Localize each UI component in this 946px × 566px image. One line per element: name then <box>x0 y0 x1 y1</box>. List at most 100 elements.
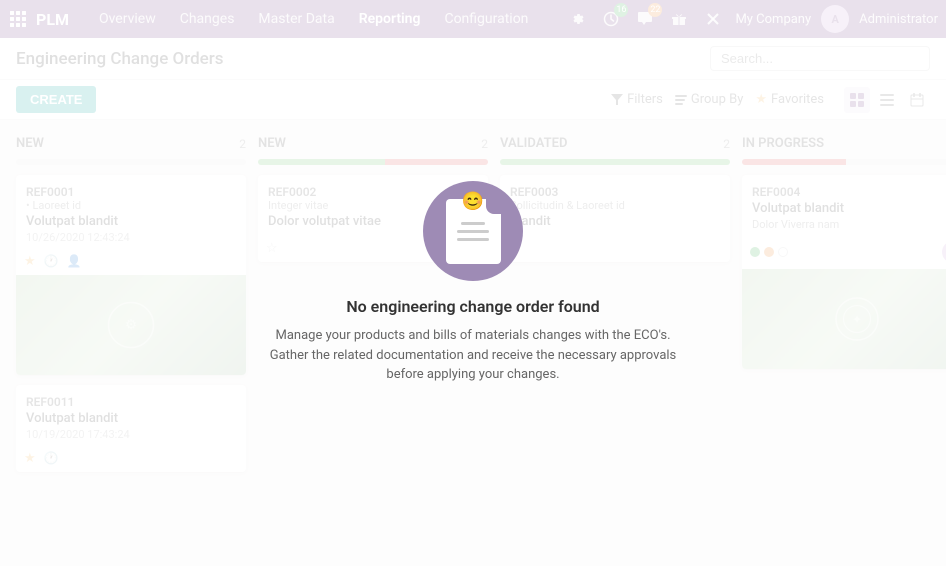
card-actions: ☆ <box>500 237 730 262</box>
app-logo: PLM <box>36 10 69 29</box>
card-actions: ☆ <box>258 237 488 262</box>
bar-segment <box>16 159 246 165</box>
bar-segment-green <box>500 159 730 165</box>
card-date: 10/19/2020 17:43:24 <box>26 428 236 441</box>
kanban-card[interactable]: REF0001 • Laoreet id Volutpat blandit 10… <box>16 175 246 375</box>
favorites-label: Favorites <box>771 92 824 107</box>
create-button[interactable]: CREATE <box>16 86 96 113</box>
star-icon[interactable]: ★ <box>24 254 36 269</box>
card-image: ⚙ <box>16 275 246 375</box>
svg-text:✦: ✦ <box>852 313 862 327</box>
kanban-board: NEW 2 REF0001 • Laoreet id Volutpat blan… <box>0 120 946 566</box>
favorites-action[interactable]: ★ Favorites <box>755 92 824 107</box>
column-title-inprogress: In Progress <box>742 136 824 151</box>
status-dots <box>750 247 788 257</box>
view-icons <box>844 87 930 113</box>
column-new2: New 2 REF0002 Integer vitae Dolor volutp… <box>258 136 488 550</box>
card-subtitle: Dolor Viverra nam <box>752 218 946 231</box>
clock-card-icon: 🕐 <box>44 254 59 269</box>
admin-name: Administrator <box>859 12 938 27</box>
column-count-validated: 2 <box>723 137 730 151</box>
bar-segment-red <box>742 159 846 165</box>
close-icon[interactable] <box>701 7 725 31</box>
column-bar-inprogress <box>742 159 946 165</box>
app-grid-icon[interactable] <box>8 9 28 29</box>
column-title-new: NEW <box>16 136 44 151</box>
clock-badge: 16 <box>614 3 628 17</box>
kanban-card[interactable]: REF0002 Integer vitae Dolor volutpat vit… <box>258 175 488 262</box>
list-view-icon[interactable] <box>874 87 900 113</box>
star-icon[interactable]: ☆ <box>508 241 520 256</box>
nav-changes[interactable]: Changes <box>170 7 245 31</box>
nav-configuration[interactable]: Configuration <box>434 7 538 31</box>
column-header-validated: VALIDATED 2 <box>500 136 730 151</box>
card-body: REF0002 Integer vitae Dolor volutpat vit… <box>258 175 488 237</box>
card-ref: REF0003 <box>510 185 720 199</box>
column-header-new2: New 2 <box>258 136 488 151</box>
column-count-new: 2 <box>239 137 246 151</box>
nav-reporting[interactable]: Reporting <box>349 7 431 31</box>
clock-card-icon: 🕐 <box>44 451 59 466</box>
filters-action[interactable]: Filters <box>611 92 663 107</box>
column-header-inprogress: In Progress 2 <box>742 136 946 151</box>
nav-overview[interactable]: Overview <box>89 7 166 31</box>
bar-segment-gray <box>846 159 946 165</box>
card-ref: REF0001 <box>26 185 236 199</box>
card-date: 10/26/2020 12:43:24 <box>26 231 236 244</box>
column-validated: VALIDATED 2 REF0003 Sollicitudin & Laore… <box>500 136 730 550</box>
card-body: REF0011 Volutpat blandit 10/19/2020 17:4… <box>16 385 246 447</box>
column-header-new: NEW 2 <box>16 136 246 151</box>
clock-icon[interactable]: 16 <box>599 7 623 31</box>
star-icon[interactable]: ☆ <box>266 241 278 256</box>
bar-segment-red <box>385 159 489 165</box>
card-title: Volutpat blandit <box>752 201 946 216</box>
filters-label: Filters <box>627 92 663 107</box>
card-title: Dolor volutpat vitae <box>268 214 478 229</box>
kanban-card[interactable]: REF0011 Volutpat blandit 10/19/2020 17:4… <box>16 385 246 472</box>
star-icon[interactable]: ★ <box>24 451 36 466</box>
card-ref: REF0002 <box>268 185 478 199</box>
kanban-card[interactable]: REF0003 Sollicitudin & Laoreet id Blandi… <box>500 175 730 262</box>
column-bar-new2 <box>258 159 488 165</box>
column-title-new2: New <box>258 136 286 151</box>
groupby-label: Group By <box>691 92 744 107</box>
avatar[interactable]: A <box>821 5 849 33</box>
card-ref: REF0011 <box>26 395 236 409</box>
card-ref: REF0004 <box>752 185 946 199</box>
card-action-icons: ★ 🕐 👤 <box>24 254 82 269</box>
column-bar-validated <box>500 159 730 165</box>
card-actions: ★ 🕐 <box>16 447 246 472</box>
settings-icon[interactable] <box>565 7 589 31</box>
messages-badge: 22 <box>648 3 662 17</box>
calendar-view-icon[interactable] <box>904 87 930 113</box>
column-count-new2: 2 <box>481 137 488 151</box>
card-action-icons: ☆ <box>266 241 278 256</box>
messages-icon[interactable]: 22 <box>633 7 657 31</box>
card-tag: • Laoreet id <box>26 199 236 212</box>
card-image: ✦ <box>742 269 946 369</box>
column-title-validated: VALIDATED <box>500 136 567 151</box>
card-actions: A <box>742 237 946 269</box>
bar-segment-green <box>258 159 385 165</box>
card-action-icons: ★ 🕐 <box>24 451 59 466</box>
page-title: Engineering Change Orders <box>16 49 694 69</box>
person-card-icon: 👤 <box>67 254 82 269</box>
gift-icon[interactable] <box>667 7 691 31</box>
search-input[interactable] <box>710 46 930 71</box>
toolbar-actions: Filters Group By ★ Favorites <box>611 87 930 113</box>
card-body: REF0003 Sollicitudin & Laoreet id Blandi… <box>500 175 730 237</box>
card-action-icons: ☆ <box>508 241 520 256</box>
nav-master-data[interactable]: Master Data <box>248 7 344 31</box>
dot-empty <box>778 247 788 257</box>
column-inprogress: In Progress 2 REF0004 Volutpat blandit D… <box>742 136 946 550</box>
kanban-view-icon[interactable] <box>844 87 870 113</box>
top-nav: PLM Overview Changes Master Data Reporti… <box>0 0 946 38</box>
nav-menu: Overview Changes Master Data Reporting C… <box>89 7 565 31</box>
card-title: Volutpat blandit <box>26 214 236 229</box>
card-avatar: A <box>942 241 946 263</box>
dot-green <box>750 247 760 257</box>
kanban-card[interactable]: REF0004 Volutpat blandit Dolor Viverra n… <box>742 175 946 369</box>
dot-orange <box>764 247 774 257</box>
sub-header: Engineering Change Orders <box>0 38 946 80</box>
groupby-action[interactable]: Group By <box>675 92 744 107</box>
